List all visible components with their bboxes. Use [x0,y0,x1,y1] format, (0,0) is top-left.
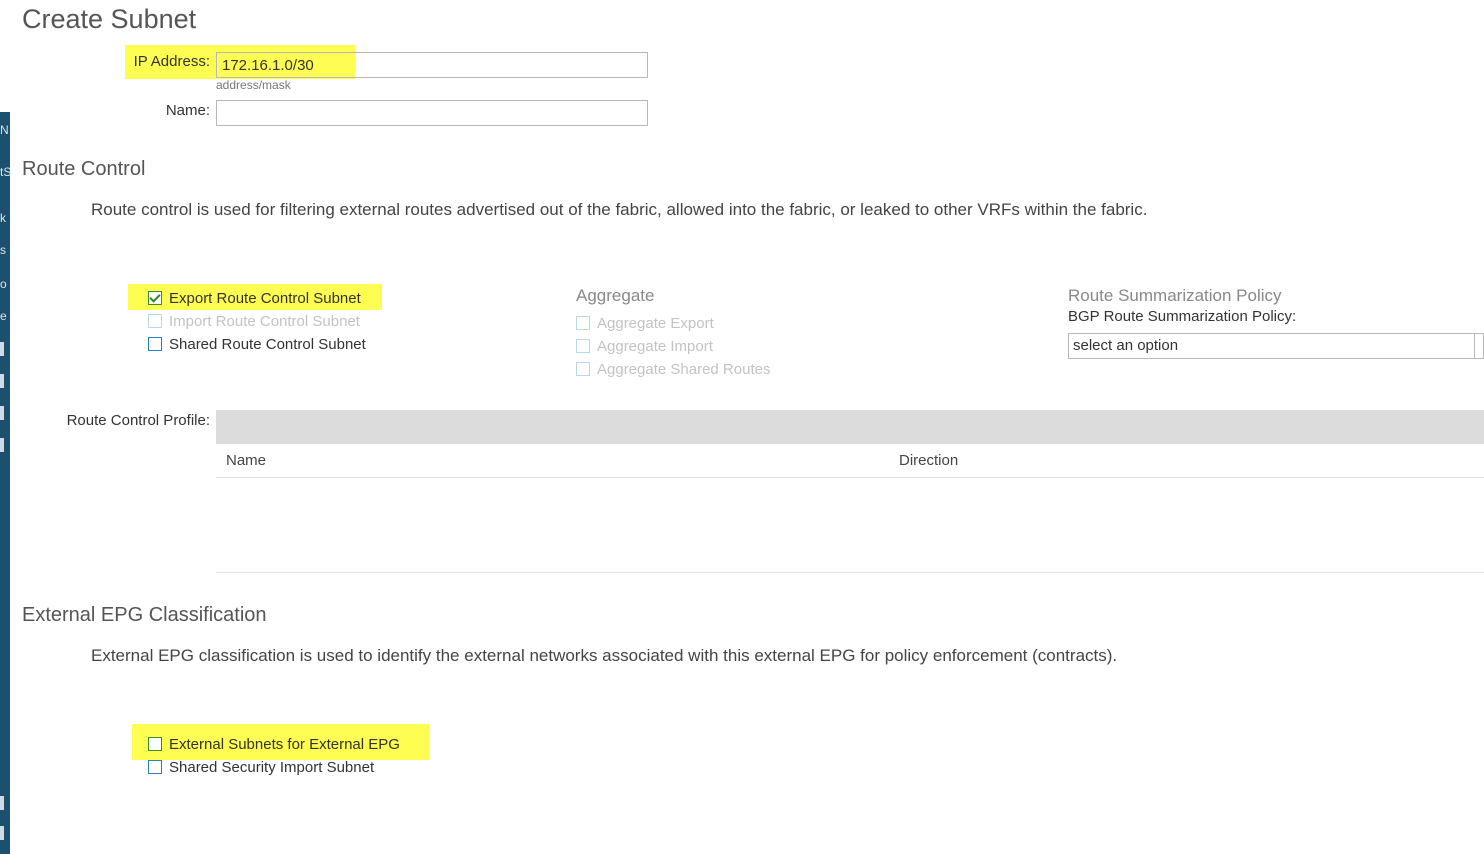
column-header-name[interactable]: Name [226,452,266,469]
sidebar-tick [0,374,4,388]
checkbox-icon[interactable] [148,314,162,328]
checkbox-checked-icon[interactable] [148,291,162,305]
sidebar-fragment: N [0,123,9,137]
route-control-title: Route Control [22,158,146,180]
aggregate-title: Aggregate [576,286,655,305]
route-control-description: Route control is used for filtering exte… [91,200,1148,219]
sidebar-fragment: o [0,277,7,291]
sidebar-tick [0,406,4,420]
checkbox-label: Import Route Control Subnet [169,312,360,330]
table-bottom-divider [216,572,1484,573]
external-epg-description: External EPG classification is used to i… [91,646,1118,665]
import-route-control-subnet[interactable]: Import Route Control Subnet [148,311,360,331]
checkbox-icon[interactable] [148,737,162,751]
checkbox-label: External Subnets for External EPG [169,735,400,753]
aggregate-export[interactable]: Aggregate Export [576,313,714,333]
name-input[interactable] [216,100,648,126]
sidebar-tick [0,796,4,810]
checkbox-label: Shared Route Control Subnet [169,335,366,353]
aggregate-shared-routes[interactable]: Aggregate Shared Routes [576,359,770,379]
sidebar-fragment: k [0,211,6,225]
checkbox-icon[interactable] [576,362,590,376]
aggregate-import[interactable]: Aggregate Import [576,336,713,356]
checkbox-icon[interactable] [576,316,590,330]
profile-table-toolbar [216,410,1484,444]
external-subnets-for-external-epg[interactable]: External Subnets for External EPG [148,734,400,754]
chevron-down-icon[interactable] [1474,334,1483,358]
bgp-route-summarization-select[interactable]: select an option [1068,333,1484,359]
checkbox-icon[interactable] [576,339,590,353]
checkbox-label: Shared Security Import Subnet [169,758,375,776]
page-title: Create Subnet [22,4,197,34]
shared-security-import-subnet[interactable]: Shared Security Import Subnet [148,757,374,777]
sidebar-fragment: s [0,243,6,257]
shared-route-control-subnet[interactable]: Shared Route Control Subnet [148,334,366,354]
ip-address-label: IP Address: [133,53,210,70]
select-value: select an option [1073,337,1179,354]
ip-address-hint: address/mask [216,78,291,92]
external-epg-title: External EPG Classification [22,604,267,626]
sidebar-tick [0,826,4,840]
checkbox-label: Aggregate Export [597,314,714,332]
checkbox-icon[interactable] [148,337,162,351]
export-route-control-subnet[interactable]: Export Route Control Subnet [148,288,361,308]
sidebar-fragment: e [0,309,7,323]
ip-address-input[interactable] [216,52,648,78]
column-header-direction[interactable]: Direction [899,452,958,469]
bgp-route-summarization-label: BGP Route Summarization Policy: [1068,308,1297,325]
sidebar-tick [0,438,4,452]
sidebar-edge: N tS k s o e [0,0,12,854]
route-control-profile-label: Route Control Profile: [66,412,210,429]
table-header-divider [216,477,1484,478]
checkbox-icon[interactable] [148,760,162,774]
checkbox-label: Aggregate Shared Routes [597,360,771,378]
sidebar-fragment: tS [0,165,12,179]
checkbox-label: Aggregate Import [597,337,713,355]
route-summarization-title: Route Summarization Policy [1068,286,1282,305]
checkbox-label: Export Route Control Subnet [169,289,361,307]
name-label: Name: [165,102,210,119]
sidebar-tick [0,342,4,356]
